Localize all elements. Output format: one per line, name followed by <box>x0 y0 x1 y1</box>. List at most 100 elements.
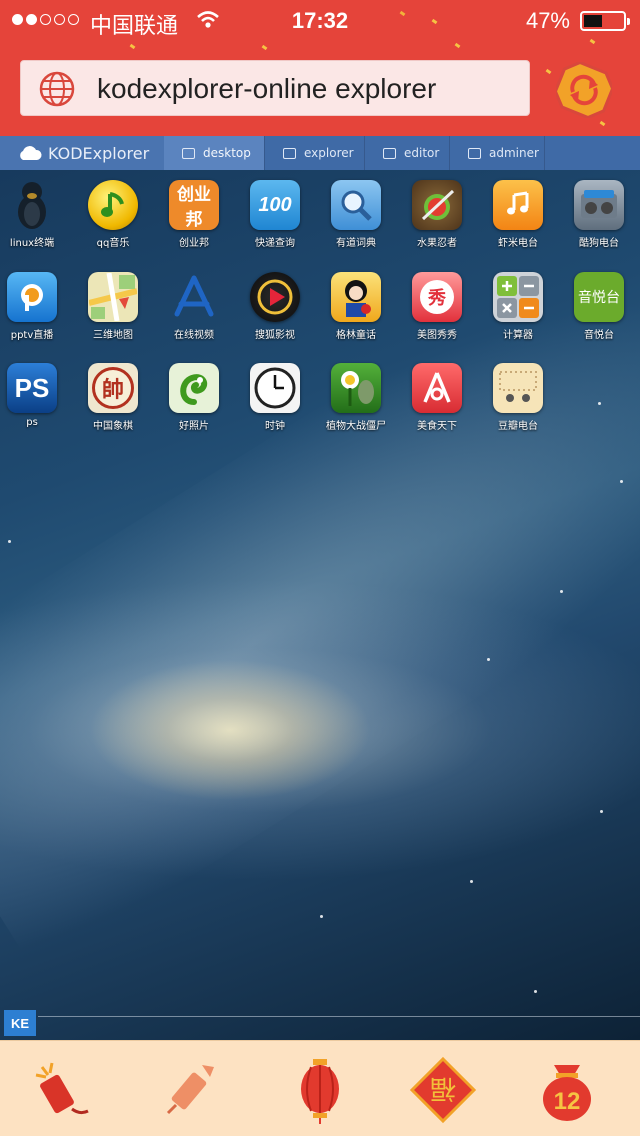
battery-fill <box>584 15 602 27</box>
kodexplorer-start-button[interactable]: KE <box>4 1010 36 1036</box>
kod-nav-bar: KODExplorer desktop explorer editor admi… <box>0 136 640 170</box>
address-bar[interactable]: kodexplorer-online explorer <box>20 60 530 116</box>
app-douban-radio[interactable]: 豆瓣电台 <box>478 363 558 432</box>
app-label: 美图秀秀 <box>417 330 457 341</box>
svg-text:12: 12 <box>554 1088 581 1115</box>
app-calculator[interactable]: 计算器 <box>478 272 558 341</box>
app-linux-terminal[interactable]: linux终端 <box>0 180 72 249</box>
app-label: pptv直播 <box>10 330 54 341</box>
app-grimm-tales[interactable]: 格林童话 <box>316 272 396 341</box>
star <box>620 480 623 483</box>
app-label: 时钟 <box>265 421 285 432</box>
calculator-icon <box>493 272 543 322</box>
confetti-decoration <box>261 44 268 51</box>
app-label: 在线视频 <box>174 330 214 341</box>
app-chinese-chess[interactable]: 帥 中国象棋 <box>73 363 153 432</box>
browser-top-bar: 中国联通 17:32 47% kodexplorer-online explor… <box>0 0 640 136</box>
star <box>470 880 473 883</box>
plants-vs-zombies-icon <box>331 363 381 413</box>
app-label: 中国象棋 <box>93 421 133 432</box>
app-label: 好照片 <box>179 421 209 432</box>
desktop-area[interactable]: linux终端 qq音乐 创业邦 创业邦 100 快递查询 有道词典 水果忍者 … <box>0 170 640 1040</box>
address-text[interactable]: kodexplorer-online explorer <box>97 73 436 105</box>
app-clock[interactable]: 时钟 <box>235 363 315 432</box>
tab-explorer[interactable]: explorer <box>265 136 364 170</box>
app-kuaidi[interactable]: 100 快递查询 <box>235 180 315 249</box>
snow-white-icon <box>331 272 381 322</box>
tab-adminer[interactable]: adminer <box>450 136 544 170</box>
app-label: 创业邦 <box>179 238 209 249</box>
firecracker-icon[interactable] <box>28 1055 98 1125</box>
confetti-decoration <box>599 120 606 127</box>
lucky-bag-icon[interactable]: 12 <box>532 1055 602 1125</box>
app-store-icon <box>169 272 219 322</box>
app-sohu-video[interactable]: 搜狐影视 <box>235 272 315 341</box>
app-meitu[interactable]: 秀 美图秀秀 <box>397 272 477 341</box>
app-plants-vs-zombies[interactable]: 植物大战僵尸 <box>316 363 396 432</box>
fu-diamond-icon[interactable]: 福 <box>408 1055 478 1125</box>
star <box>8 540 11 543</box>
qq-music-icon <box>88 180 138 230</box>
reload-icon[interactable] <box>556 62 612 118</box>
confetti-decoration <box>129 43 136 50</box>
app-label: 搜狐影视 <box>255 330 295 341</box>
app-label: 美食天下 <box>417 421 457 432</box>
app-good-photo[interactable]: 好照片 <box>154 363 234 432</box>
lantern-icon[interactable] <box>285 1055 355 1125</box>
app-pptv[interactable]: pptv直播 <box>0 272 72 341</box>
app-label: 植物大战僵尸 <box>326 421 386 432</box>
globe-icon <box>39 71 75 107</box>
app-label: 水果忍者 <box>417 238 457 249</box>
tab-desktop[interactable]: desktop <box>164 136 264 170</box>
app-label: 音悦台 <box>584 330 614 341</box>
app-chuangyebang[interactable]: 创业邦 创业邦 <box>154 180 234 249</box>
fruit-ninja-icon <box>412 180 462 230</box>
folder-list-icon <box>283 147 296 159</box>
app-yinyuetai[interactable]: 音悦台 音悦台 <box>559 272 639 341</box>
kugou-radio-icon <box>574 180 624 230</box>
kod-brand-label: KODExplorer <box>48 143 150 163</box>
app-fruit-ninja[interactable]: 水果忍者 <box>397 180 477 249</box>
cloud-icon <box>20 146 42 160</box>
yinyuetai-icon: 音悦台 <box>574 272 624 322</box>
firework-rocket-icon[interactable] <box>156 1055 226 1125</box>
app-kugou-radio[interactable]: 酷狗电台 <box>559 180 639 249</box>
star <box>534 990 537 993</box>
app-label: linux终端 <box>9 238 55 249</box>
app-meishi[interactable]: 美食天下 <box>397 363 477 432</box>
app-label: 有道词典 <box>336 238 376 249</box>
app-label: 虾米电台 <box>498 238 538 249</box>
confetti-decoration <box>545 68 552 75</box>
confetti-decoration <box>454 42 461 49</box>
chess-icon: 帥 <box>88 363 138 413</box>
app-xiami[interactable]: 虾米电台 <box>478 180 558 249</box>
tab-divider <box>544 136 545 170</box>
app-qq-music[interactable]: qq音乐 <box>73 180 153 249</box>
app-label: 格林童话 <box>336 330 376 341</box>
pptv-icon <box>7 272 57 322</box>
photoshop-icon: PS <box>7 363 57 413</box>
douban-radio-icon <box>493 363 543 413</box>
edit-icon <box>383 147 396 159</box>
star <box>487 658 490 661</box>
app-online-video[interactable]: 在线视频 <box>154 272 234 341</box>
app-label: 计算器 <box>503 330 533 341</box>
battery-icon <box>580 11 630 31</box>
tab-editor[interactable]: editor <box>365 136 449 170</box>
kod-brand[interactable]: KODExplorer <box>0 136 164 170</box>
tab-label: adminer <box>489 146 539 160</box>
app-photoshop[interactable]: PS ps <box>0 363 72 428</box>
app-label: 快递查询 <box>255 238 295 249</box>
meitu-icon: 秀 <box>412 272 462 322</box>
star <box>598 402 601 405</box>
monitor-icon <box>182 147 195 159</box>
app-youdao[interactable]: 有道词典 <box>316 180 396 249</box>
status-bar: 中国联通 17:32 47% <box>0 0 640 40</box>
map-icon <box>88 272 138 322</box>
tux-icon <box>7 180 57 230</box>
tab-label: editor <box>404 146 440 160</box>
star <box>320 915 323 918</box>
tab-label: explorer <box>304 146 354 160</box>
app-3d-map[interactable]: 三维地图 <box>73 272 153 341</box>
youdao-icon <box>331 180 381 230</box>
